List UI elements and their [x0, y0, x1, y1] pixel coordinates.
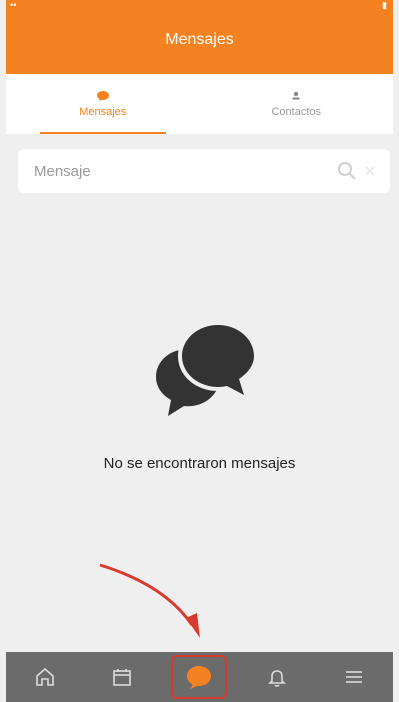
chat-bubbles-icon [156, 321, 257, 416]
page-title: Mensajes [165, 31, 234, 48]
calendar-icon [113, 669, 131, 686]
chat-bubble-icon [96, 91, 109, 101]
bell-icon [267, 670, 286, 687]
signal-icon: •• [10, 0, 17, 10]
tab-label: Mensajes [79, 106, 127, 118]
battery-icon: ▮ [382, 0, 387, 10]
empty-state: No se encontraron mensajes [6, 200, 393, 650]
app-bar: Mensajes [6, 12, 393, 74]
tab-bar: Mensajes Contactos [6, 74, 393, 134]
tab-label: Contactos [271, 106, 322, 118]
search-input[interactable] [34, 162, 336, 180]
search-bar [18, 149, 390, 193]
bottom-nav [6, 652, 393, 702]
nav-notifications[interactable] [249, 655, 305, 699]
tab-mensajes[interactable]: Mensajes [6, 74, 200, 134]
status-bar: •• ▮ [6, 0, 393, 12]
home-icon [35, 667, 54, 686]
tab-contactos[interactable]: Contactos [200, 74, 394, 134]
empty-message: No se encontraron mensajes [103, 455, 296, 472]
nav-home[interactable] [17, 655, 73, 699]
nav-calendar[interactable] [94, 655, 150, 699]
search-icon[interactable] [336, 160, 358, 182]
nav-messages[interactable] [171, 655, 228, 699]
chat-bubble-icon [187, 666, 212, 689]
hamburger-menu-icon [346, 671, 363, 683]
clear-icon[interactable] [364, 165, 376, 177]
nav-menu[interactable] [326, 655, 382, 699]
person-icon [292, 91, 300, 100]
